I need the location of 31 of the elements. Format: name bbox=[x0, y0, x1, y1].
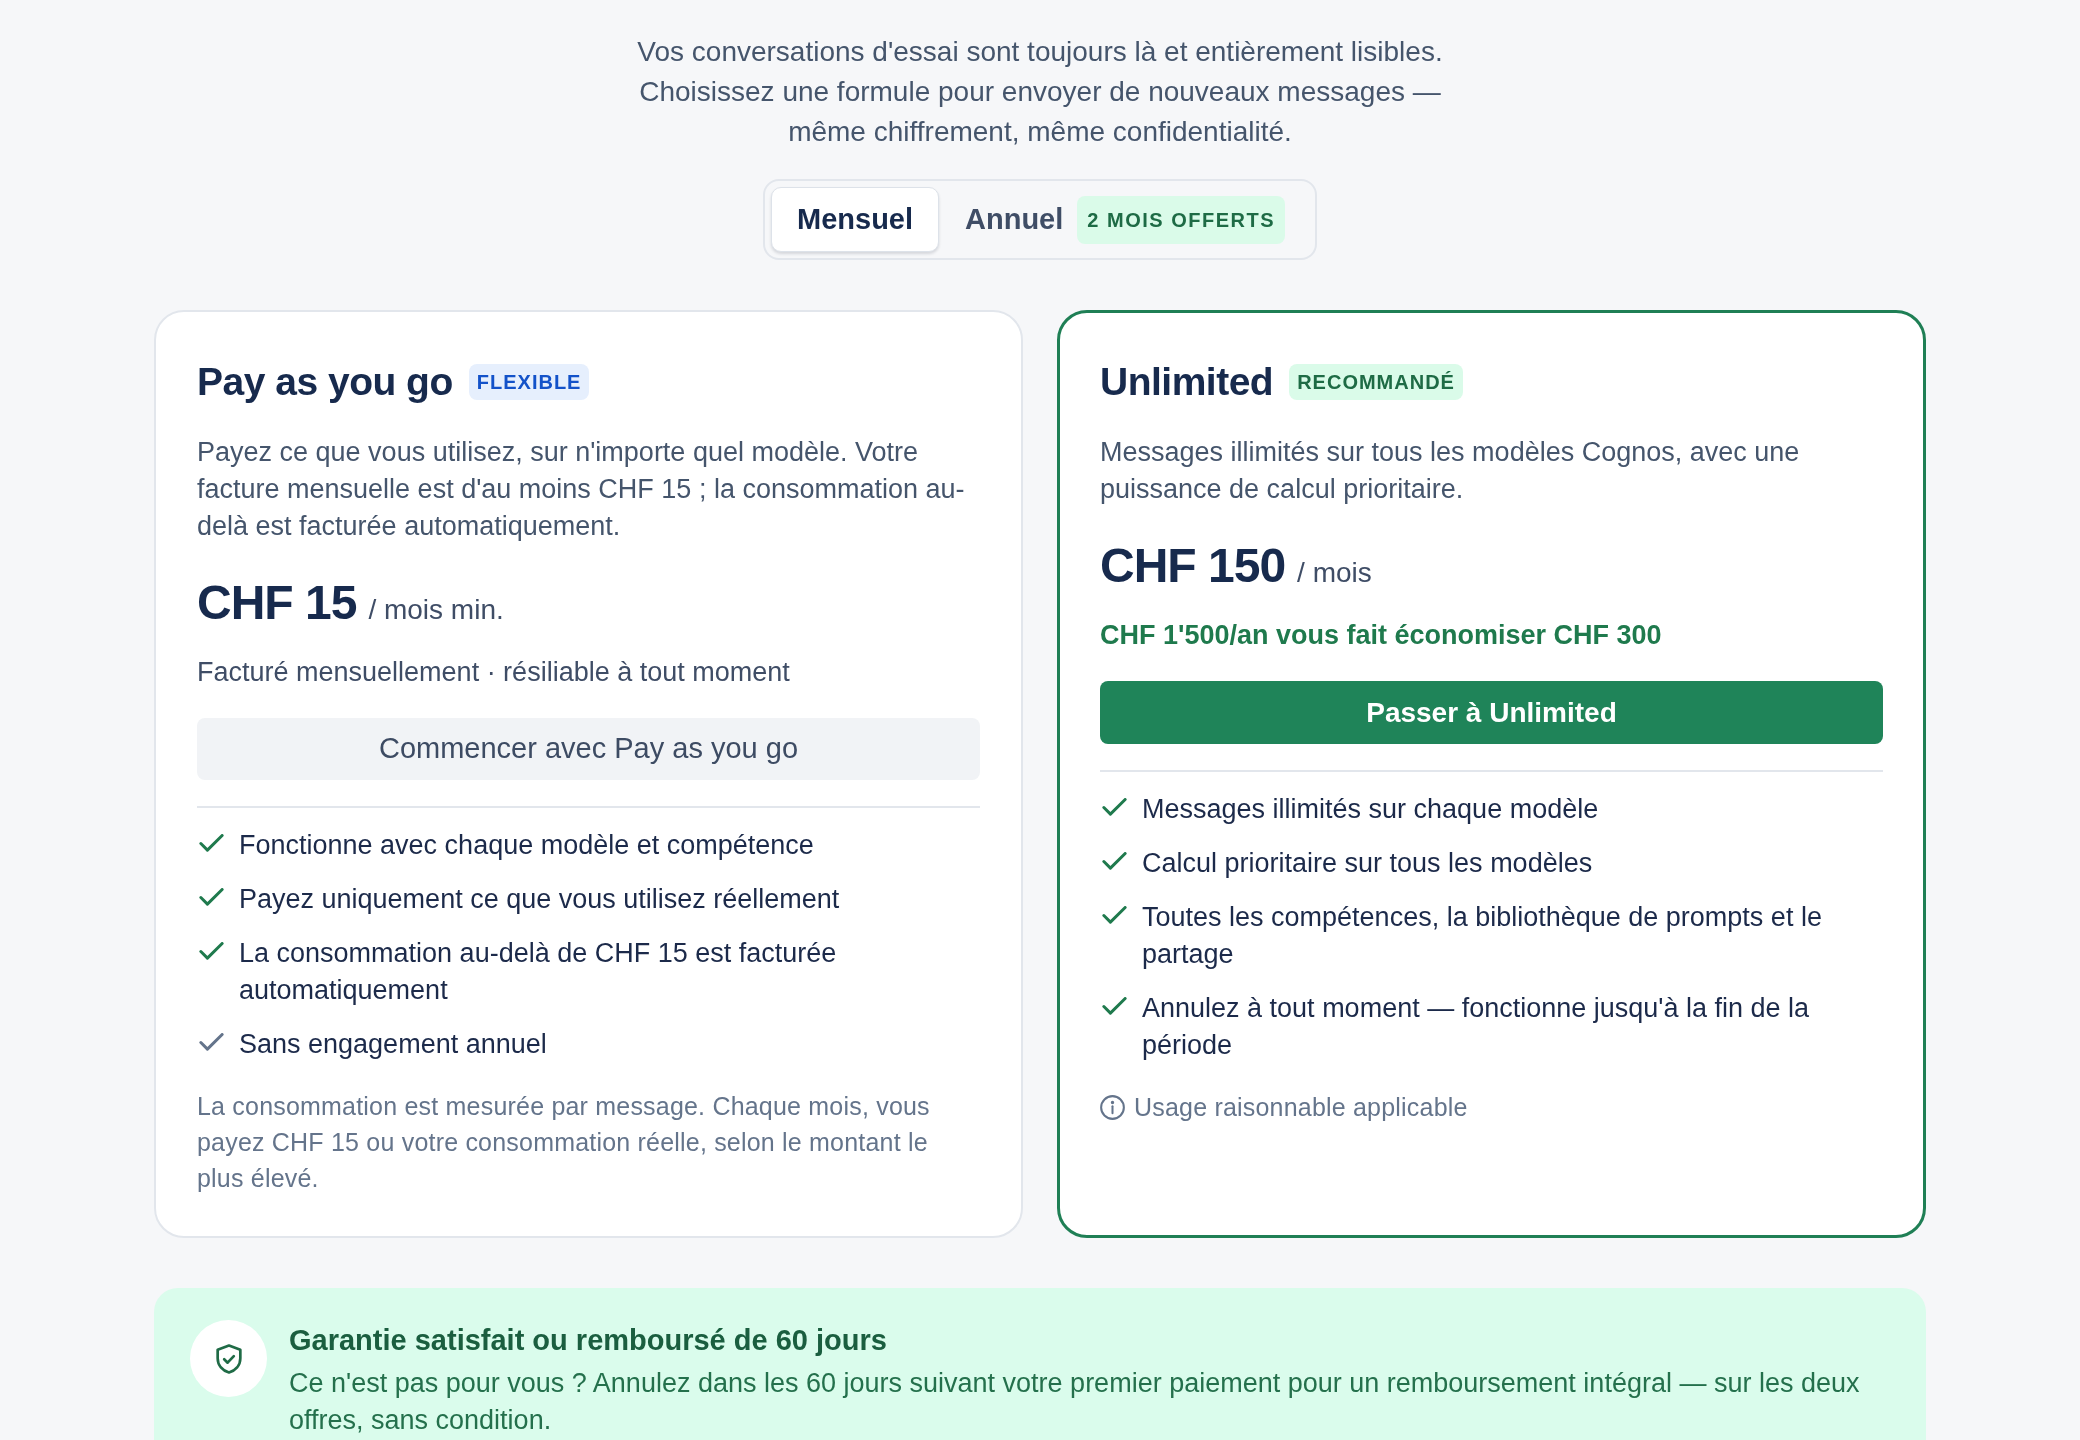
feature-text: Fonctionne avec chaque modèle et compétence bbox=[239, 829, 814, 862]
feature-text: La consommation au-delà de CHF 15 est facturée automatiquement bbox=[239, 937, 838, 1007]
feature-text: Payez uniquement ce que vous utilisez réellement bbox=[239, 883, 840, 916]
price-unit: / mois min. bbox=[368, 593, 504, 627]
feature-text: Annulez à tout moment — fonctionne jusqu'à la fin de la période bbox=[1142, 992, 1811, 1062]
plan-badge: RECOMMANDÉ bbox=[1289, 364, 1463, 400]
plan-badge: FLEXIBLE bbox=[468, 364, 590, 400]
plan-button[interactable]: Commencer avec Pay as you go bbox=[197, 718, 980, 780]
plan-price: CHF 15 bbox=[197, 575, 357, 631]
plan-description: Messages illimités sur tous les modèles Cognos, avec une puissance de calcul prioritaire. bbox=[1100, 436, 1801, 506]
billing-tab[interactable]: Mensuel bbox=[771, 187, 940, 252]
plan-title: Unlimited bbox=[1100, 359, 1274, 405]
price-unit: / mois bbox=[1297, 556, 1372, 590]
feature-text: Messages illimités sur chaque modèle bbox=[1142, 793, 1599, 826]
intro-text: Vos conversations d'essai sont toujours là et entièrement lisibles. Choisissez une formule pour envoyer de nouveaux messages — même chiffrement, même confidentialité. bbox=[637, 35, 1443, 149]
plan-price: CHF 150 bbox=[1100, 538, 1286, 594]
feature-text: Toutes les compétences, la bibliothèque de prompts et le partage bbox=[1142, 901, 1823, 971]
plan-title: Pay as you go bbox=[197, 359, 453, 405]
billing-text: Facturé mensuellement · résiliable à tout moment bbox=[197, 656, 791, 689]
discount-badge: 2 MOIS OFFERTS bbox=[1077, 195, 1285, 244]
plan-button[interactable]: Passer à Unlimited bbox=[1100, 681, 1883, 744]
plan-description: Payez ce que vous utilisez, sur n'importe quel modèle. Votre facture mensuelle est d'au moins CHF 15 ; la consommation au-delà est facturée automatiquement. bbox=[197, 436, 966, 543]
feature-text: Calcul prioritaire sur tous les modèles bbox=[1142, 847, 1593, 880]
plan-footnote: La consommation est mesurée par message. Chaque mois, vous payez CHF 15 ou votre consommation réelle, selon le montant le plus élevé. bbox=[197, 1091, 931, 1194]
billing-tab[interactable]: Annuel bbox=[939, 187, 1078, 252]
fair-use-note: Usage raisonnable applicable bbox=[1134, 1092, 1468, 1123]
feature-text: Sans engagement annuel bbox=[239, 1028, 547, 1061]
guarantee-title: Garantie satisfait ou remboursé de 60 jours bbox=[289, 1323, 888, 1358]
savings-text: CHF 1'500/an vous fait économiser CHF 300 bbox=[1100, 619, 1663, 652]
info-icon bbox=[1100, 1094, 1125, 1120]
guarantee-text: Ce n'est pas pour vous ? Annulez dans les 60 jours suivant votre premier paiement pour un remboursement intégral — sur les deux offres, sans condition. bbox=[289, 1367, 1861, 1437]
